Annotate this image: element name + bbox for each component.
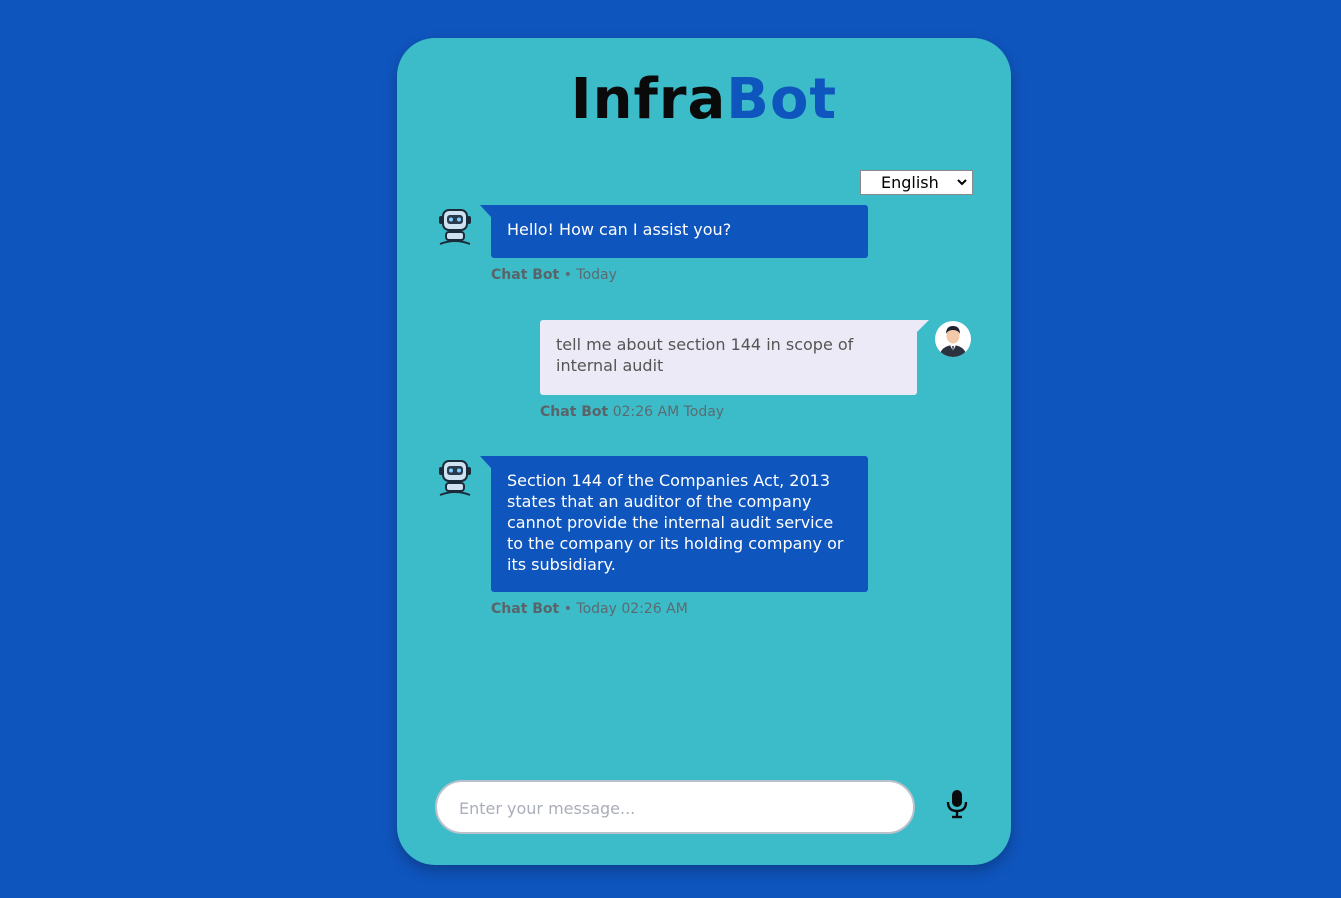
language-select[interactable]: English: [860, 170, 973, 195]
app-title-part2: Bot: [726, 67, 838, 132]
message-sender: Chat Bot: [491, 601, 560, 617]
message-bubble-user: tell me about section 144 in scope of in…: [540, 320, 929, 395]
bot-avatar-icon: [437, 206, 473, 246]
message-meta: Chat Bot • Today 02:26 AM: [491, 601, 688, 617]
message-time: • Today 02:26 AM: [559, 601, 688, 617]
message-sender: Chat Bot: [540, 404, 609, 420]
message-sender: Chat Bot: [491, 267, 560, 283]
message-text: Section 144 of the Companies Act, 2013 s…: [507, 471, 844, 574]
language-select-value: English: [881, 173, 939, 192]
app-title-part1: Infra: [570, 67, 727, 132]
user-avatar-icon: [934, 320, 972, 358]
bot-avatar-icon: [437, 457, 473, 497]
chevron-down-icon: [957, 174, 967, 193]
message-bubble-bot: Hello! How can I assist you?: [480, 205, 868, 258]
message-text: Hello! How can I assist you?: [507, 220, 732, 239]
message-text: tell me about section 144 in scope of in…: [556, 335, 854, 375]
message-input[interactable]: [457, 782, 901, 834]
message-time: 02:26 AM Today: [608, 404, 725, 420]
message-meta: Chat Bot • Today: [491, 267, 617, 283]
message-meta: Chat Bot 02:26 AM Today: [540, 404, 724, 420]
chat-card: InfraBot English Hello! How can I assist…: [397, 38, 1011, 865]
message-time: • Today: [559, 267, 617, 283]
app-title: InfraBot: [397, 72, 1011, 128]
message-bubble-bot: Section 144 of the Companies Act, 2013 s…: [480, 456, 868, 592]
message-input-wrapper: [435, 780, 915, 834]
microphone-icon[interactable]: [945, 789, 969, 819]
